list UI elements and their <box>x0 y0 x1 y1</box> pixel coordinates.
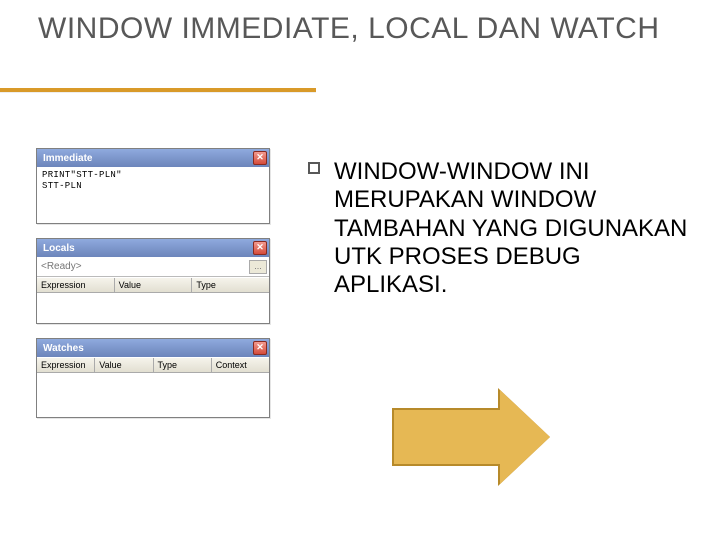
immediate-panel: Immediate ✕ PRINT"STT-PLN" STT-PLN <box>36 148 270 224</box>
close-icon[interactable]: ✕ <box>253 241 267 255</box>
locals-grid-body[interactable] <box>37 293 269 323</box>
ellipsis-button[interactable]: ... <box>249 260 267 274</box>
watches-col-context[interactable]: Context <box>212 358 269 372</box>
watches-grid-body[interactable] <box>37 373 269 417</box>
locals-col-expression[interactable]: Expression <box>37 278 115 292</box>
locals-col-value[interactable]: Value <box>115 278 193 292</box>
immediate-body[interactable]: PRINT"STT-PLN" STT-PLN <box>37 167 269 223</box>
slide-title: WINDOW IMMEDIATE, LOCAL DAN WATCH <box>38 12 660 47</box>
body-paragraph: WINDOW-WINDOW INI MERUPAKAN WINDOW TAMBA… <box>308 158 688 300</box>
watches-col-value[interactable]: Value <box>95 358 153 372</box>
locals-panel: Locals ✕ <Ready> ... Expression Value Ty… <box>36 238 270 324</box>
immediate-title-text: Immediate <box>43 153 92 164</box>
watches-grid-header: Expression Value Type Context <box>37 357 269 373</box>
watches-col-expression[interactable]: Expression <box>37 358 95 372</box>
title-underline <box>0 88 316 93</box>
locals-titlebar: Locals ✕ <box>37 239 269 257</box>
locals-title-text: Locals <box>43 243 75 254</box>
watches-col-type[interactable]: Type <box>154 358 212 372</box>
arrow-shape <box>392 390 550 484</box>
immediate-line-1: PRINT"STT-PLN" <box>42 170 264 181</box>
locals-ready-text: <Ready> <box>41 261 82 272</box>
left-column: Immediate ✕ PRINT"STT-PLN" STT-PLN Local… <box>36 148 270 432</box>
close-icon[interactable]: ✕ <box>253 341 267 355</box>
immediate-line-2: STT-PLN <box>42 181 264 192</box>
arrow-shaft <box>392 408 500 466</box>
watches-title-text: Watches <box>43 343 84 354</box>
right-column: WINDOW-WINDOW INI MERUPAKAN WINDOW TAMBA… <box>308 158 688 300</box>
watches-panel: Watches ✕ Expression Value Type Context <box>36 338 270 418</box>
watches-titlebar: Watches ✕ <box>37 339 269 357</box>
close-icon[interactable]: ✕ <box>253 151 267 165</box>
bullet-icon <box>308 162 320 174</box>
arrow-head-icon <box>500 390 550 484</box>
body-text: WINDOW-WINDOW INI MERUPAKAN WINDOW TAMBA… <box>334 158 687 298</box>
locals-col-type[interactable]: Type <box>192 278 269 292</box>
locals-ready-row[interactable]: <Ready> ... <box>37 257 269 277</box>
locals-grid-header: Expression Value Type <box>37 277 269 293</box>
immediate-titlebar: Immediate ✕ <box>37 149 269 167</box>
